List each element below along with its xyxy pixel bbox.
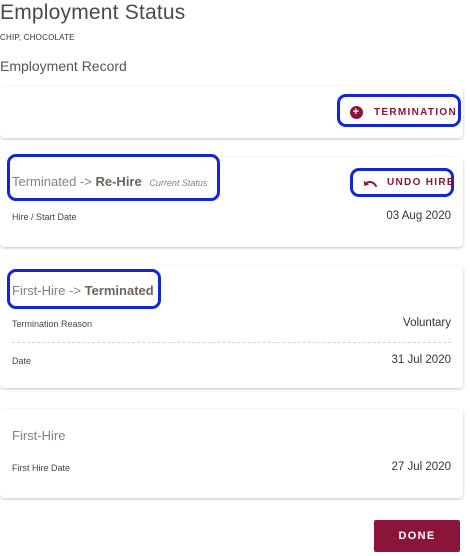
- record-to-status: Re-Hire: [95, 174, 142, 189]
- record-title-first-hire: First-Hire: [12, 428, 66, 443]
- record-title-rehire: Terminated -> Re-Hire Current Status: [12, 174, 207, 189]
- field-value-first-hire-date: 27 Jul 2020: [391, 461, 451, 473]
- termination-button[interactable]: + TERMINATION: [350, 106, 457, 119]
- field-label-termination-date: Date: [12, 356, 32, 366]
- done-button[interactable]: DONE: [374, 520, 460, 552]
- record-arrow: ->: [79, 174, 92, 189]
- record-from-status: First-Hire: [12, 283, 66, 298]
- record-card-terminated: First-Hire -> Terminated Termination Rea…: [0, 266, 463, 388]
- field-value-termination-date: 31 Jul 2020: [391, 354, 451, 366]
- field-divider: [12, 342, 451, 343]
- section-title-employment-record: Employment Record: [0, 58, 127, 74]
- record-card-rehire: Terminated -> Re-Hire Current Status UND…: [0, 154, 463, 247]
- undo-arrow-icon: [363, 180, 377, 187]
- undo-hire-button[interactable]: UNDO HIRE: [363, 177, 455, 188]
- record-arrow: ->: [69, 283, 81, 298]
- record-title-terminated: First-Hire -> Terminated: [12, 283, 154, 298]
- undo-hire-button-label: UNDO HIRE: [387, 177, 455, 188]
- field-value-hire-start-date: 03 Aug 2020: [386, 210, 451, 222]
- field-label-first-hire-date: First Hire Date: [12, 463, 71, 473]
- record-from-status: Terminated: [12, 174, 77, 189]
- actions-card: + TERMINATION: [0, 86, 463, 138]
- field-value-termination-reason: Voluntary: [403, 317, 451, 329]
- termination-button-label: TERMINATION: [374, 107, 457, 118]
- record-card-first-hire: First-Hire First Hire Date 27 Jul 2020: [0, 409, 463, 498]
- page-title: Employment Status: [0, 1, 186, 24]
- employee-name: CHIP, CHOCOLATE: [0, 33, 75, 42]
- field-label-hire-start-date: Hire / Start Date: [12, 212, 77, 222]
- plus-circle-icon: +: [350, 106, 363, 119]
- record-to-status: Terminated: [84, 283, 154, 298]
- current-status-tag: Current Status: [149, 178, 208, 188]
- field-label-termination-reason: Termination Reason: [12, 319, 93, 329]
